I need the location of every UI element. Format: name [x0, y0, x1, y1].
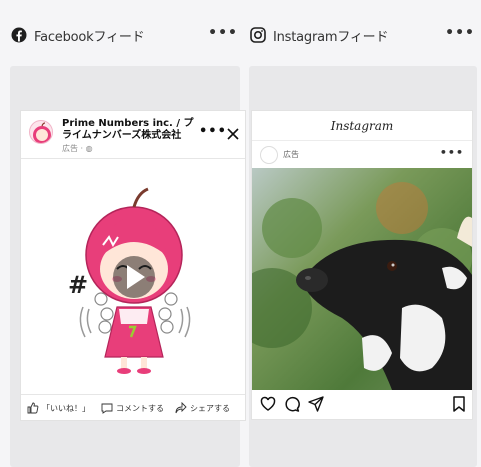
like-label: 「いいね！」 — [42, 403, 90, 413]
instagram-logo: Instagram — [330, 119, 394, 133]
facebook-icon — [11, 27, 27, 43]
sponsored-text: 広告 · — [62, 144, 86, 153]
account-avatar[interactable] — [260, 146, 278, 164]
page-avatar[interactable] — [29, 120, 53, 144]
instagram-feed-more-button[interactable]: ••• — [445, 25, 475, 41]
cow-photo — [252, 168, 472, 390]
video-thumbnail[interactable]: # — [21, 159, 245, 381]
instagram-feed-title: Instagramフィード — [273, 29, 389, 45]
instagram-app-bar: Instagram — [252, 111, 472, 141]
instagram-icon — [250, 27, 266, 43]
instagram-feed-header: Instagramフィード ••• — [249, 24, 477, 46]
thumbs-up-icon — [27, 402, 39, 414]
share-button[interactable]: シェアする — [175, 402, 230, 414]
sponsored-label: 広告 · ◍ — [62, 143, 93, 154]
facebook-ad-card: Prime Numbers inc. / プライムナンバーズ株式会社 広告 · … — [20, 110, 246, 421]
hashtag-mark: # — [68, 271, 89, 299]
send-icon[interactable] — [308, 396, 324, 416]
heart-icon[interactable] — [260, 396, 276, 416]
post-more-button[interactable]: ••• — [440, 146, 464, 159]
facebook-feed-header: Facebookフィード ••• — [10, 24, 240, 46]
post-image[interactable] — [252, 168, 472, 390]
page-name[interactable]: Prime Numbers inc. / プライムナンバーズ株式会社 — [62, 118, 202, 142]
instagram-actions-bar — [252, 396, 472, 416]
comment-icon[interactable] — [284, 396, 300, 416]
like-button[interactable]: 「いいね！」 — [27, 402, 90, 414]
share-label: シェアする — [190, 403, 230, 413]
comment-button[interactable]: コメントする — [101, 402, 164, 414]
instagram-feed-column: Instagramフィード ••• Instagram 広告 ••• — [249, 0, 477, 467]
bookmark-icon[interactable] — [452, 396, 466, 416]
post-more-button[interactable]: ••• — [199, 124, 227, 139]
share-icon — [175, 402, 187, 414]
close-icon[interactable] — [227, 125, 239, 140]
comment-icon — [101, 403, 113, 414]
globe-icon: ◍ — [85, 144, 93, 153]
facebook-ad-header: Prime Numbers inc. / プライムナンバーズ株式会社 広告 · … — [21, 111, 245, 159]
mascot-illustration — [79, 187, 191, 374]
facebook-feed-title: Facebookフィード — [34, 29, 145, 45]
instagram-post-header: 広告 ••• — [252, 141, 472, 168]
facebook-feed-more-button[interactable]: ••• — [208, 25, 238, 41]
sponsored-label: 広告 — [283, 150, 299, 159]
comment-label: コメントする — [116, 403, 164, 413]
facebook-feed-column: Facebookフィード ••• Prime Numbers inc. / プラ… — [10, 0, 246, 467]
instagram-ad-card: Instagram 広告 ••• — [251, 110, 473, 420]
post-actions-bar: 「いいね！」 コメントする シェアする — [21, 394, 245, 420]
